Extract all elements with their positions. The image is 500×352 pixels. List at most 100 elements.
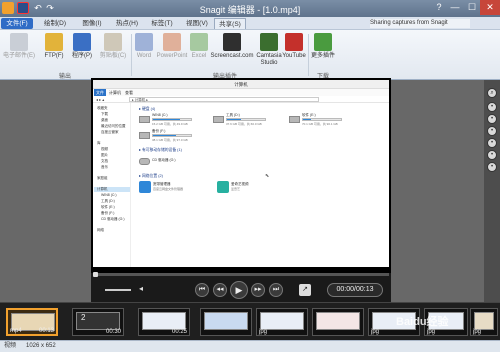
drive-tile: 备份 (F:) 38.1 GB 可用，共 97.0 GB (139, 129, 195, 143)
sidebar-item: 百度云管家 (101, 130, 119, 134)
section-removable: ▸ 有可移动存储的设备 (1) (139, 148, 182, 152)
explorer-address: ▸ 计算机 ▸ (129, 97, 319, 102)
menu-hotspot[interactable]: 热点(H) (110, 18, 144, 29)
alert-icon[interactable]: • (487, 150, 497, 160)
menu-bar: 文件(F) 绘制(D) 图像(I) 热点(H) 标签(T) 视图(V) 共享(S… (0, 17, 500, 30)
network-app-icon (217, 181, 229, 193)
tray-thumbnail[interactable] (200, 308, 252, 336)
question-icon[interactable]: • (487, 138, 497, 148)
close-button[interactable]: ✕ (480, 0, 500, 15)
player-controls: ◂ ⏮ ◂◂ ▶ ▸▸ ⏭ ↗ 00:00/00:13 (91, 272, 391, 303)
sidebar-item: 网络 (97, 228, 104, 232)
mouse-cursor-icon: ⬉ (265, 173, 270, 179)
thumbnail-image (260, 312, 304, 330)
volume-slider[interactable] (105, 289, 131, 291)
explorer-main: ▸ 硬盘 (4) WIN8 (C:) 15.2 GB 可用，共 49.9 GB … (133, 103, 389, 267)
sidebar-item: 收藏夹 (97, 106, 108, 110)
file-menu[interactable]: 文件(F) (1, 18, 33, 29)
volume-icon[interactable]: ◂ (136, 284, 146, 294)
minimize-button[interactable]: — (446, 0, 464, 15)
rewind-button[interactable]: ◂◂ (213, 283, 227, 297)
hard-drive-icon (139, 116, 150, 123)
youtube-button[interactable]: YouTube (281, 33, 307, 69)
seek-handle[interactable] (93, 272, 98, 277)
group-label-output: 输出 (58, 74, 71, 80)
timecode: 00:00/00:13 (327, 283, 383, 297)
sidebar-item: 软件 (E:) (101, 205, 115, 209)
skip-back-button[interactable]: ⏮ (195, 283, 209, 297)
tray-thumbnail[interactable]: 2 00:30 (72, 308, 124, 336)
star-icon[interactable]: • (487, 126, 497, 136)
ftp-button[interactable]: FTP(F) (42, 33, 66, 69)
sidebar-item: 桌面 (101, 118, 108, 122)
hard-drive-icon (139, 132, 150, 139)
sidebar-item: 家庭组 (97, 176, 108, 180)
email-button[interactable]: 电子邮件(E) (2, 33, 36, 69)
menu-draw[interactable]: 绘制(D) (38, 18, 72, 29)
export-frame-button[interactable]: ↗ (299, 284, 311, 296)
seek-bar[interactable] (93, 272, 389, 277)
sidebar-item-selected: 计算机 (94, 187, 130, 192)
group-separator (308, 34, 309, 76)
screencast-button[interactable]: Screencast.com (209, 33, 255, 69)
tray-thumbnail[interactable]: jpg (256, 308, 308, 336)
sidebar-item: 图片 (101, 153, 108, 157)
powerpoint-button[interactable]: PowerPoint (155, 33, 189, 69)
tray-thumbnail[interactable]: mp4 00:13 (6, 308, 58, 336)
nav-arrows-icon: ◂ ▸ ▴ (96, 97, 105, 102)
menu-tags[interactable]: 标签(T) (145, 18, 179, 29)
explorer-ribbon: 文件 计算机 查看 (93, 89, 389, 96)
ftp-icon (45, 33, 63, 51)
network-app-icon (139, 181, 151, 193)
info-icon[interactable]: • (487, 162, 497, 172)
explorer-tab-file: 文件 (94, 89, 106, 96)
youtube-icon (285, 33, 303, 51)
status-dimensions: 1026 x 652 (26, 343, 56, 349)
more-plugins-button[interactable]: 更多插件 (311, 33, 335, 69)
explorer-address-bar: ◂ ▸ ▴ ▸ 计算机 ▸ (93, 96, 389, 103)
tray-thumbnail[interactable] (312, 308, 364, 336)
share-ribbon: 电子邮件(E) FTP(F) 程序(P) 剪贴板(C) Word PowerPo… (0, 30, 500, 80)
drive-usage-bar (152, 118, 192, 121)
tray-thumbnail[interactable]: jpg (470, 308, 498, 336)
sidebar-item: 文档 (101, 159, 108, 163)
fast-forward-button[interactable]: ▸▸ (251, 283, 265, 297)
window-title: Snagit 编辑器 - [1.0.mp4] (199, 5, 301, 15)
title-bar: ↶ ↷ Snagit 编辑器 - [1.0.mp4] ? — ☐ ✕ (0, 0, 500, 17)
video-frame-explorer: 计算机 文件 计算机 查看 ◂ ▸ ▴ ▸ 计算机 ▸ 收藏夹 下载 桌面 最近… (93, 80, 389, 267)
thumbnail-image (204, 312, 248, 330)
clipboard-button[interactable]: 剪贴板(C) (98, 33, 128, 69)
excel-icon (190, 33, 208, 51)
camtasia-icon (260, 33, 278, 51)
tray-thumbnail[interactable]: 00:25 (138, 308, 190, 336)
search-icon[interactable]: ⌕ (487, 88, 497, 98)
camtasia-button[interactable]: Camtasia Studio (255, 33, 283, 69)
thumbnail-image (316, 312, 360, 330)
drive-usage-bar (302, 118, 342, 121)
drive-tile: 工具 (D:) 37.6 GB 可用，共 60.0 GB (213, 113, 269, 127)
maximize-button[interactable]: ☐ (463, 0, 481, 15)
drive-usage-bar (226, 118, 266, 121)
flag-icon[interactable]: • (487, 114, 497, 124)
play-button[interactable]: ▶ (230, 281, 248, 299)
status-bar: 视频 1026 x 652 (0, 340, 500, 352)
drive-tile: WIN8 (C:) 15.2 GB 可用，共 49.9 GB (139, 113, 195, 127)
share-banner: Sharing captures from Snagit (370, 19, 470, 28)
menu-image[interactable]: 图像(I) (75, 18, 109, 29)
program-icon (73, 33, 91, 51)
tag-icon[interactable]: • (487, 102, 497, 112)
section-network: ▸ 网络位置 (2) (139, 174, 163, 178)
section-drives: ▸ 硬盘 (4) (139, 107, 156, 111)
word-button[interactable]: Word (133, 33, 155, 69)
menu-view[interactable]: 视图(V) (180, 18, 214, 29)
program-button[interactable]: 程序(P) (68, 33, 96, 69)
explorer-title: 计算机 (93, 80, 389, 89)
menu-share[interactable]: 共享(S) (214, 18, 246, 29)
drive-usage-bar (152, 134, 192, 137)
sidebar-item: 备份 (F:) (101, 211, 115, 215)
excel-button[interactable]: Excel (189, 33, 209, 69)
sidebar-item: 工具 (D:) (101, 199, 115, 203)
skip-forward-button[interactable]: ⏭ (269, 283, 283, 297)
thumbnail-image (474, 312, 494, 330)
thumbnail-image (142, 312, 186, 330)
